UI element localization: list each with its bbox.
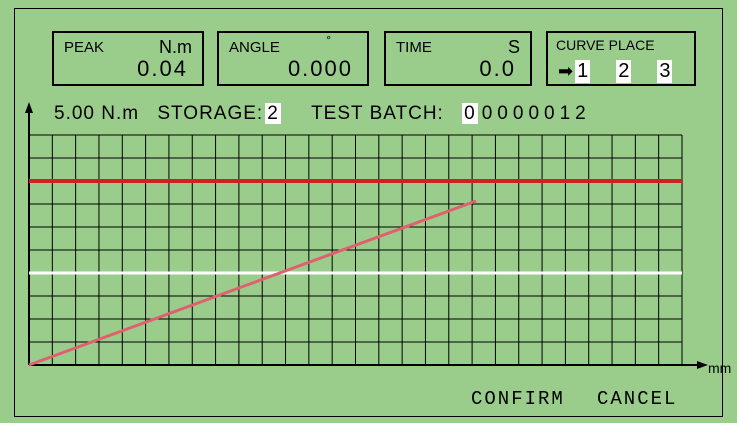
torque-curve-chart [25, 102, 708, 369]
x-axis-unit: mm [708, 360, 732, 376]
torque-curve [28, 199, 477, 367]
confirm-button[interactable]: CONFIRM [471, 388, 565, 410]
cancel-button[interactable]: CANCEL [597, 388, 677, 410]
x-axis-arrow-icon [697, 361, 708, 369]
y-axis-arrow-icon [25, 102, 33, 113]
